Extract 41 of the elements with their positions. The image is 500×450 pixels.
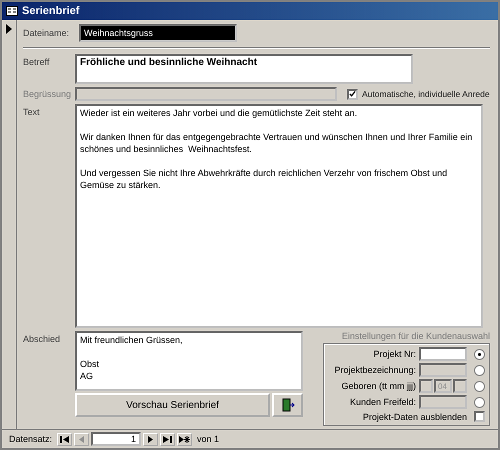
checkbox[interactable]: [474, 411, 485, 422]
check-icon: [349, 90, 356, 98]
letter-text-field[interactable]: Wieder ist ein weiteres Jahr vorbei und die gemütlichste Zeit steht an. Wir danken Ihnen für das entgegengebrachte Vertrauen und wünschen Ihnen und Ihrer Familie ein schönes und besinnliches Weihnachtsfest. Und vergessen Sie nicht Ihre Abwehrkräfte durch reichlichen Verzehr von frischem Obst und Gemüse zu stärken.: [75, 104, 483, 328]
form-icon: [6, 6, 18, 16]
preview-button[interactable]: Vorschau Serienbrief: [75, 393, 270, 417]
next-record-button[interactable]: [143, 432, 158, 446]
field-label: Betreff: [23, 56, 50, 67]
new-record-icon: [179, 436, 190, 442]
option-label: Geboren (tt mm jjj): [341, 381, 416, 391]
group-title: Einstellungen für die Kundenauswahl: [342, 331, 490, 341]
option-label: Projekt Nr:: [373, 349, 416, 359]
checkbox-label: Automatische, individuelle Anrede: [362, 89, 490, 99]
record-count: von 1: [197, 434, 220, 444]
field-label: Dateiname:: [23, 28, 70, 38]
new-record-button[interactable]: [177, 432, 192, 446]
first-icon: [60, 436, 70, 442]
last-record-button[interactable]: [160, 432, 176, 446]
year-field[interactable]: [453, 379, 467, 393]
subject-field[interactable]: Fröhliche und besinnliche Weihnacht: [75, 54, 413, 84]
previous-icon: [79, 436, 84, 442]
door-icon: [280, 398, 294, 412]
next-icon: [148, 436, 154, 442]
option-label: Projektbezeichnung:: [334, 365, 416, 375]
field-label: Text: [23, 106, 41, 117]
checkbox-label: Projekt-Daten ausblenden: [362, 412, 467, 422]
exit-button[interactable]: [272, 393, 303, 417]
input-field[interactable]: [419, 347, 467, 361]
record-number-field[interactable]: 1: [91, 432, 142, 446]
window-title: Serienbrief: [22, 5, 80, 17]
current-record-icon: [6, 24, 12, 34]
last-icon: [163, 436, 172, 442]
first-record-button[interactable]: [57, 432, 72, 446]
radio-button[interactable]: [474, 348, 485, 360]
option-label: Kunden Freifeld:: [350, 397, 416, 407]
record-label: Datensatz:: [9, 434, 52, 444]
field-label: Begrüssung: [23, 89, 71, 99]
greeting-field[interactable]: [75, 87, 337, 101]
closing-field[interactable]: Mit freundlichen Grüssen, Obst AG: [75, 331, 303, 391]
field-label: Abschied: [23, 333, 62, 344]
filename-field[interactable]: Weihnachtsgruss: [79, 24, 237, 42]
checkbox[interactable]: [347, 88, 358, 100]
